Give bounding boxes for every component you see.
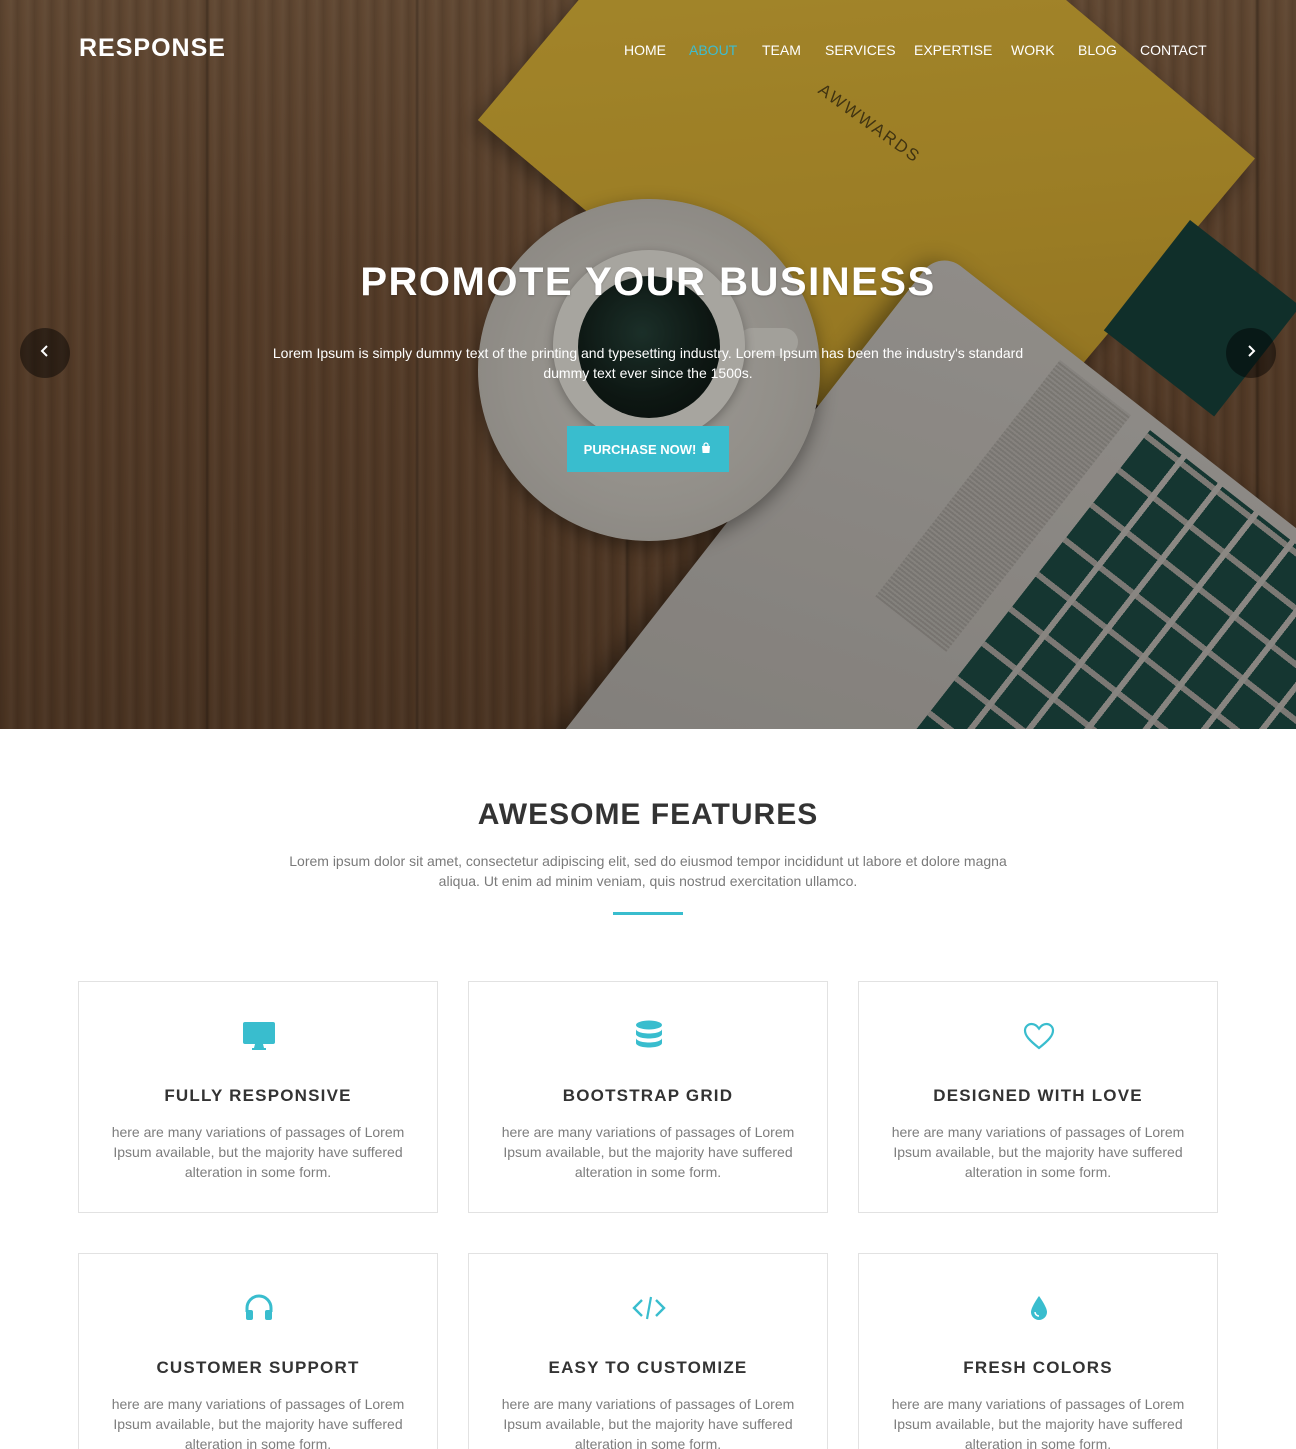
feature-card-customize: EASY TO CUSTOMIZE here are many variatio… [468, 1253, 828, 1449]
nav-item-work[interactable]: WORK [1011, 42, 1055, 58]
feature-description: here are many variations of passages of … [891, 1124, 1185, 1180]
features-title: AWESOME FEATURES [477, 798, 819, 831]
nav-item-home[interactable]: HOME [624, 42, 666, 58]
feature-card-responsive: FULLY RESPONSIVE here are many variation… [78, 981, 438, 1213]
features-description: Lorem ipsum dolor sit amet, consectetur … [289, 853, 1007, 889]
feature-description: here are many variations of passages of … [891, 1396, 1185, 1449]
heart-icon [1019, 1016, 1059, 1056]
feature-description: here are many variations of passages of … [111, 1124, 405, 1180]
feature-card-colors: FRESH COLORS here are many variations of… [858, 1253, 1218, 1449]
droplet-icon [1019, 1288, 1059, 1328]
slider-next-button[interactable] [1226, 328, 1276, 378]
headphones-icon [239, 1288, 279, 1328]
desktop-icon [239, 1016, 279, 1056]
feature-description: here are many variations of passages of … [501, 1124, 795, 1180]
shopping-bag-icon [700, 441, 712, 457]
nav-item-expertise[interactable]: EXPERTISE [914, 42, 992, 58]
nav-item-services[interactable]: SERVICES [825, 42, 896, 58]
database-icon [629, 1016, 669, 1056]
feature-description: here are many variations of passages of … [111, 1396, 405, 1449]
chevron-right-icon [1245, 344, 1257, 363]
purchase-now-label: PURCHASE NOW! [583, 441, 697, 457]
nav-item-blog[interactable]: BLOG [1078, 42, 1117, 58]
purchase-now-button[interactable]: PURCHASE NOW! [567, 426, 729, 472]
feature-title: FRESH COLORS [963, 1358, 1113, 1377]
feature-title: CUSTOMER SUPPORT [156, 1358, 360, 1377]
code-icon [629, 1288, 669, 1328]
nav-item-contact[interactable]: CONTACT [1140, 42, 1207, 58]
feature-card-bootstrap: BOOTSTRAP GRID here are many variations … [468, 981, 828, 1213]
feature-title: FULLY RESPONSIVE [164, 1086, 352, 1105]
feature-title: BOOTSTRAP GRID [562, 1086, 734, 1105]
chevron-left-icon [39, 344, 51, 363]
feature-title: EASY TO CUSTOMIZE [548, 1358, 748, 1377]
main-nav: HOME ABOUT TEAM SERVICES EXPERTISE WORK … [0, 42, 1296, 62]
feature-card-support: CUSTOMER SUPPORT here are many variation… [78, 1253, 438, 1449]
section-divider [613, 912, 683, 915]
hero-title: PROMOTE YOUR BUSINESS [360, 260, 936, 304]
feature-card-love: DESIGNED WITH LOVE here are many variati… [858, 981, 1218, 1213]
nav-item-about[interactable]: ABOUT [689, 42, 737, 58]
nav-item-team[interactable]: TEAM [762, 42, 801, 58]
slider-prev-button[interactable] [20, 328, 70, 378]
feature-description: here are many variations of passages of … [501, 1396, 795, 1449]
hero-description: Lorem Ipsum is simply dummy text of the … [272, 345, 1024, 381]
feature-title: DESIGNED WITH LOVE [933, 1086, 1143, 1105]
